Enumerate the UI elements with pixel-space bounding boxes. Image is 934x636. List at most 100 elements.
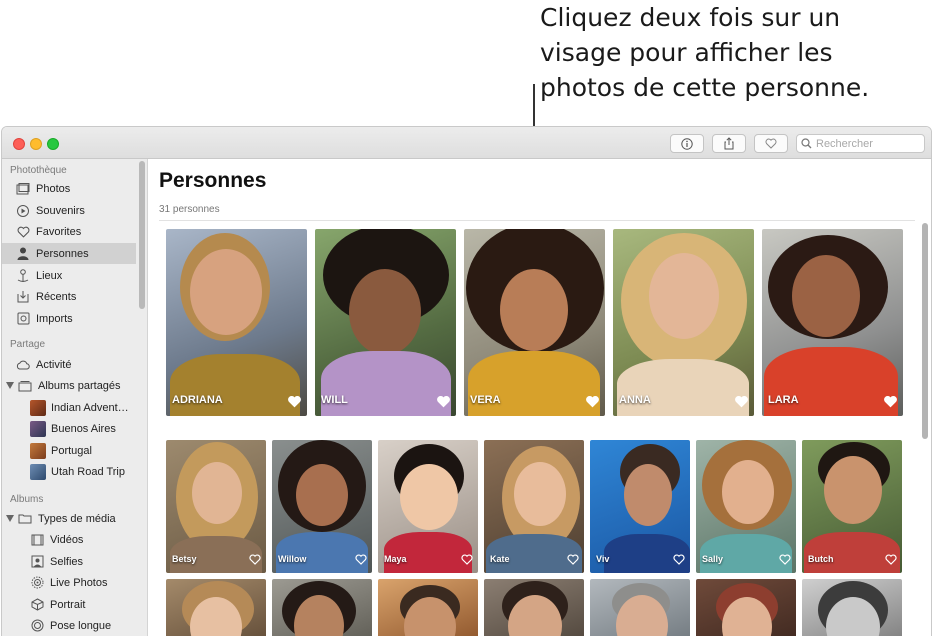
person-card[interactable]: Maya	[378, 440, 478, 573]
heart-icon[interactable]	[885, 554, 897, 565]
search-input[interactable]	[816, 137, 916, 150]
sidebar-item-memories[interactable]: Souvenirs	[2, 200, 136, 221]
sidebar-item-label: Récents	[36, 290, 77, 303]
photo-shirt	[468, 351, 600, 416]
heart-icon[interactable]	[673, 554, 685, 565]
sidebar-item-album[interactable]: Indian Advent…	[2, 397, 136, 418]
photo-face	[514, 462, 566, 526]
heart-icon[interactable]	[461, 554, 473, 565]
sidebar-item-label: Buenos Aires	[51, 422, 116, 435]
disclosure-triangle-icon[interactable]	[6, 515, 14, 522]
heart-icon[interactable]	[436, 395, 451, 408]
memories-icon	[16, 204, 30, 218]
person-card[interactable]	[590, 579, 690, 636]
disclosure-triangle-icon[interactable]	[6, 382, 14, 389]
sidebar-item-label: Utah Road Trip	[51, 465, 125, 478]
person-name: Betsy	[172, 554, 197, 564]
photos-window: Photothèque Photos Souvenirs Favorites P…	[1, 126, 932, 636]
sidebar-item-media-types[interactable]: Types de média	[2, 508, 136, 529]
sidebar-item-shared-albums[interactable]: Albums partagés	[2, 375, 136, 396]
people-count: 31 personnes	[159, 204, 220, 215]
photos-icon	[16, 182, 30, 196]
sidebar-item-selfies[interactable]: Selfies	[2, 551, 136, 572]
photo-shirt	[321, 351, 451, 416]
person-name: VERA	[470, 394, 501, 406]
person-card[interactable]	[696, 579, 796, 636]
sidebar-item-label: Pose longue	[50, 619, 112, 632]
person-card[interactable]	[272, 579, 372, 636]
heart-icon[interactable]	[567, 554, 579, 565]
heart-icon[interactable]	[287, 395, 302, 408]
live-photo-icon	[30, 576, 44, 590]
sidebar-item-activity[interactable]: Activité	[2, 354, 136, 375]
photo-face	[824, 456, 882, 524]
sidebar-item-album[interactable]: Buenos Aires	[2, 418, 136, 439]
favorite-button[interactable]	[754, 134, 788, 153]
heart-icon[interactable]	[883, 395, 898, 408]
sidebar-item-label: Portugal	[51, 444, 92, 457]
album-thumbnail	[30, 442, 46, 459]
close-button[interactable]	[13, 138, 25, 150]
import-icon	[16, 312, 30, 326]
share-button[interactable]	[712, 134, 746, 153]
sidebar-item-label: Portrait	[50, 598, 86, 611]
heart-icon[interactable]	[734, 395, 749, 408]
person-card[interactable]: Willow	[272, 440, 372, 573]
person-name: Kate	[490, 554, 510, 564]
sidebar-item-album[interactable]: Utah Road Trip	[2, 461, 136, 482]
sidebar-item-portrait[interactable]: Portrait	[2, 594, 136, 615]
sidebar-item-videos[interactable]: Vidéos	[2, 529, 136, 550]
album-thumbnail	[30, 463, 46, 480]
sidebar-item-places[interactable]: Lieux	[2, 265, 136, 286]
heart-icon[interactable]	[249, 554, 261, 565]
zoom-button[interactable]	[47, 138, 59, 150]
person-card[interactable]: Sally	[696, 440, 796, 573]
person-card[interactable]: Betsy	[166, 440, 266, 573]
person-card-favorite[interactable]: ANNA	[613, 229, 754, 416]
person-card-favorite[interactable]: ADRIANA	[166, 229, 307, 416]
person-card[interactable]: Butch	[802, 440, 902, 573]
selfie-icon	[30, 555, 44, 569]
long-exposure-icon	[30, 619, 44, 633]
sidebar-item-recents[interactable]: Récents	[2, 286, 136, 307]
search-field[interactable]	[796, 134, 925, 153]
info-button[interactable]	[670, 134, 704, 153]
sidebar-item-live-photos[interactable]: Live Photos	[2, 572, 136, 593]
heart-icon[interactable]	[585, 395, 600, 408]
person-card[interactable]: Viv	[590, 440, 690, 573]
person-card[interactable]	[802, 579, 902, 636]
person-card-favorite[interactable]: WILL	[315, 229, 456, 416]
person-card[interactable]	[166, 579, 266, 636]
shared-albums-icon	[18, 379, 32, 393]
cloud-icon	[16, 358, 30, 372]
sidebar-item-favorites[interactable]: Favorites	[2, 221, 136, 242]
sidebar-item-label: Personnes	[36, 247, 89, 260]
heart-icon[interactable]	[355, 554, 367, 565]
portrait-icon	[30, 598, 44, 612]
sidebar-item-label: Indian Advent…	[51, 401, 129, 414]
sidebar-scrollbar[interactable]	[139, 161, 145, 309]
person-card[interactable]	[484, 579, 584, 636]
callout-line-2: visage pour afficher les	[540, 38, 833, 67]
person-card[interactable]	[378, 579, 478, 636]
person-card[interactable]: Kate	[484, 440, 584, 573]
photo-shirt	[170, 354, 300, 416]
sidebar-item-people[interactable]: Personnes	[2, 243, 136, 264]
sidebar-item-label: Types de média	[38, 512, 116, 525]
sidebar-item-album[interactable]: Portugal	[2, 440, 136, 461]
sidebar-item-label: Photos	[36, 182, 71, 195]
sidebar-item-photos[interactable]: Photos	[2, 178, 136, 199]
section-header-sharing: Partage	[10, 339, 46, 350]
main-scrollbar[interactable]	[922, 223, 928, 439]
photo-shirt	[617, 359, 749, 416]
person-name: Willow	[278, 554, 307, 564]
photo-shirt	[804, 532, 900, 573]
minimize-button[interactable]	[30, 138, 42, 150]
heart-icon[interactable]	[779, 554, 791, 565]
sidebar-item-label: Lieux	[36, 269, 63, 282]
sidebar-item-imports[interactable]: Imports	[2, 308, 136, 329]
sidebar-item-long-exposure[interactable]: Pose longue	[2, 615, 136, 636]
person-name: Butch	[808, 554, 834, 564]
person-card-favorite[interactable]: VERA	[464, 229, 605, 416]
person-card-favorite[interactable]: LARA	[762, 229, 903, 416]
